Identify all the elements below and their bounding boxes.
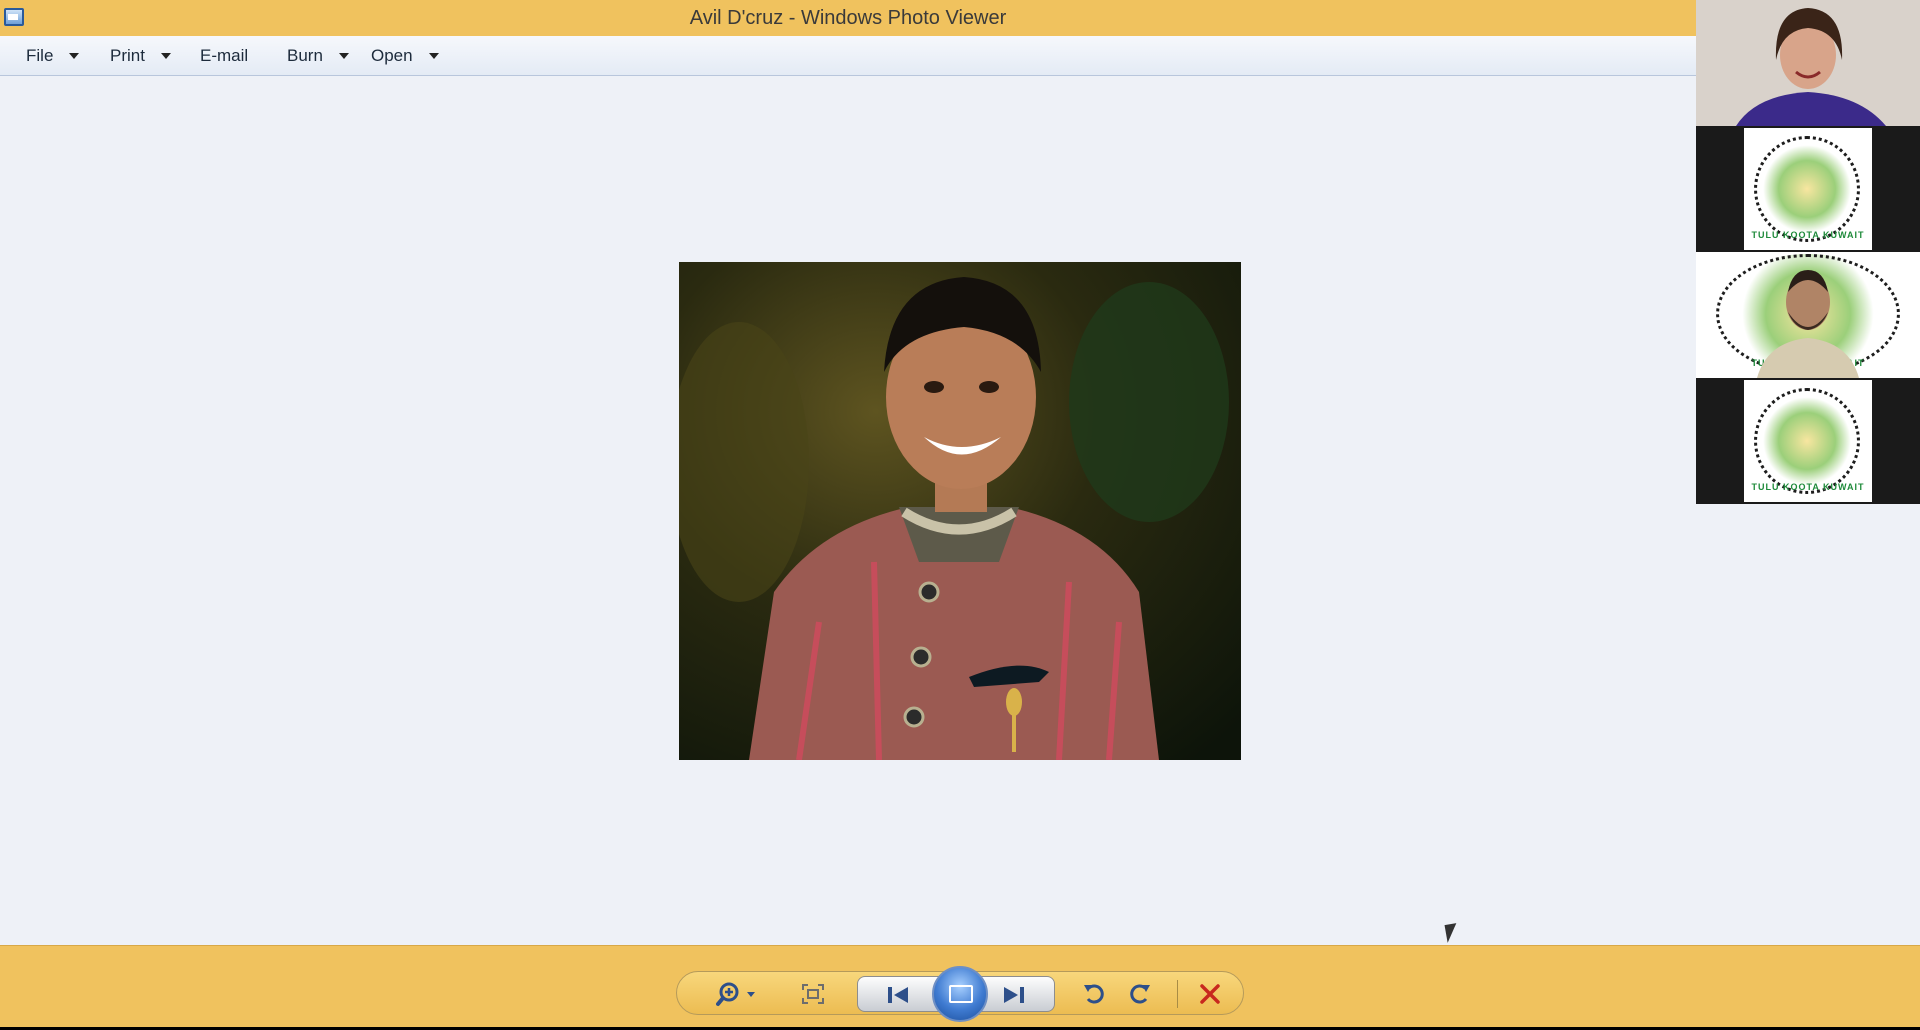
menu-email[interactable]: E-mail — [200, 45, 248, 67]
participant-tile-host[interactable] — [1696, 0, 1920, 126]
delete-button[interactable] — [1193, 978, 1227, 1010]
actual-size-button[interactable] — [797, 978, 829, 1010]
participant-tile-logo-2[interactable]: TULU KOOTA KUWAIT — [1696, 378, 1920, 504]
logo-text: TULU KOOTA KUWAIT — [1751, 230, 1865, 240]
playback-toolbar — [0, 945, 1920, 1027]
next-button[interactable] — [992, 979, 1036, 1011]
logo-text: TULU KOOTA KUWAIT — [1751, 482, 1865, 492]
viewer-controls — [676, 966, 1244, 1022]
magnifier-plus-icon — [716, 982, 755, 1006]
previous-button[interactable] — [876, 979, 920, 1011]
rotate-left-icon — [1084, 984, 1104, 1004]
chevron-down-icon[interactable] — [160, 53, 171, 59]
zoom-button[interactable] — [715, 978, 761, 1010]
chevron-down-icon[interactable] — [69, 53, 80, 59]
slideshow-icon — [949, 985, 973, 1003]
portrait-illustration — [679, 262, 1241, 760]
skip-back-icon — [888, 987, 908, 1003]
chevron-down-icon[interactable] — [338, 53, 349, 59]
rotate-counterclockwise-button[interactable] — [1077, 978, 1111, 1010]
menu-email-label: E-mail — [200, 46, 249, 65]
menu-file[interactable]: File — [26, 45, 80, 67]
fit-window-icon — [802, 984, 824, 1004]
participant-tile-logo-1[interactable]: TULU KOOTA KUWAIT — [1696, 126, 1920, 252]
menu-burn-label: Burn — [287, 46, 323, 65]
delete-x-icon — [1200, 984, 1220, 1004]
chevron-down-icon[interactable] — [428, 53, 439, 59]
photo-viewer-window: Avil D'cruz - Windows Photo Viewer File … — [0, 0, 1920, 1030]
window-title: Avil D'cruz - Windows Photo Viewer — [689, 7, 1007, 29]
rotate-clockwise-button[interactable] — [1123, 978, 1157, 1010]
tulu-koota-kuwait-logo: TULU KOOTA KUWAIT — [1744, 128, 1872, 250]
displayed-photo[interactable] — [679, 262, 1241, 760]
menu-file-label: File — [26, 46, 54, 65]
menu-open-label: Open — [371, 46, 413, 65]
menu-open[interactable]: Open — [371, 45, 439, 67]
menu-burn[interactable]: Burn — [287, 45, 349, 67]
title-bar: Avil D'cruz - Windows Photo Viewer — [0, 0, 1920, 36]
video-call-participants: TULU KOOTA KUWAIT TULU KOOTA KUWAIT TULU… — [1696, 0, 1920, 504]
toolbar-divider — [1177, 980, 1178, 1008]
slideshow-button[interactable] — [932, 966, 988, 1022]
host-camera-feed — [1696, 0, 1920, 126]
skip-forward-icon — [1004, 987, 1024, 1003]
participant-tile-speaker[interactable]: TULU KOOTA KUWAIT — [1696, 252, 1920, 378]
rotate-right-icon — [1130, 984, 1150, 1004]
menu-print-label: Print — [110, 46, 145, 65]
speaker-camera-feed — [1757, 270, 1859, 378]
menu-print[interactable]: Print — [110, 45, 171, 67]
tulu-koota-kuwait-logo: TULU KOOTA KUWAIT — [1744, 380, 1872, 502]
command-bar: File Print E-mail Burn Open — [0, 36, 1696, 76]
